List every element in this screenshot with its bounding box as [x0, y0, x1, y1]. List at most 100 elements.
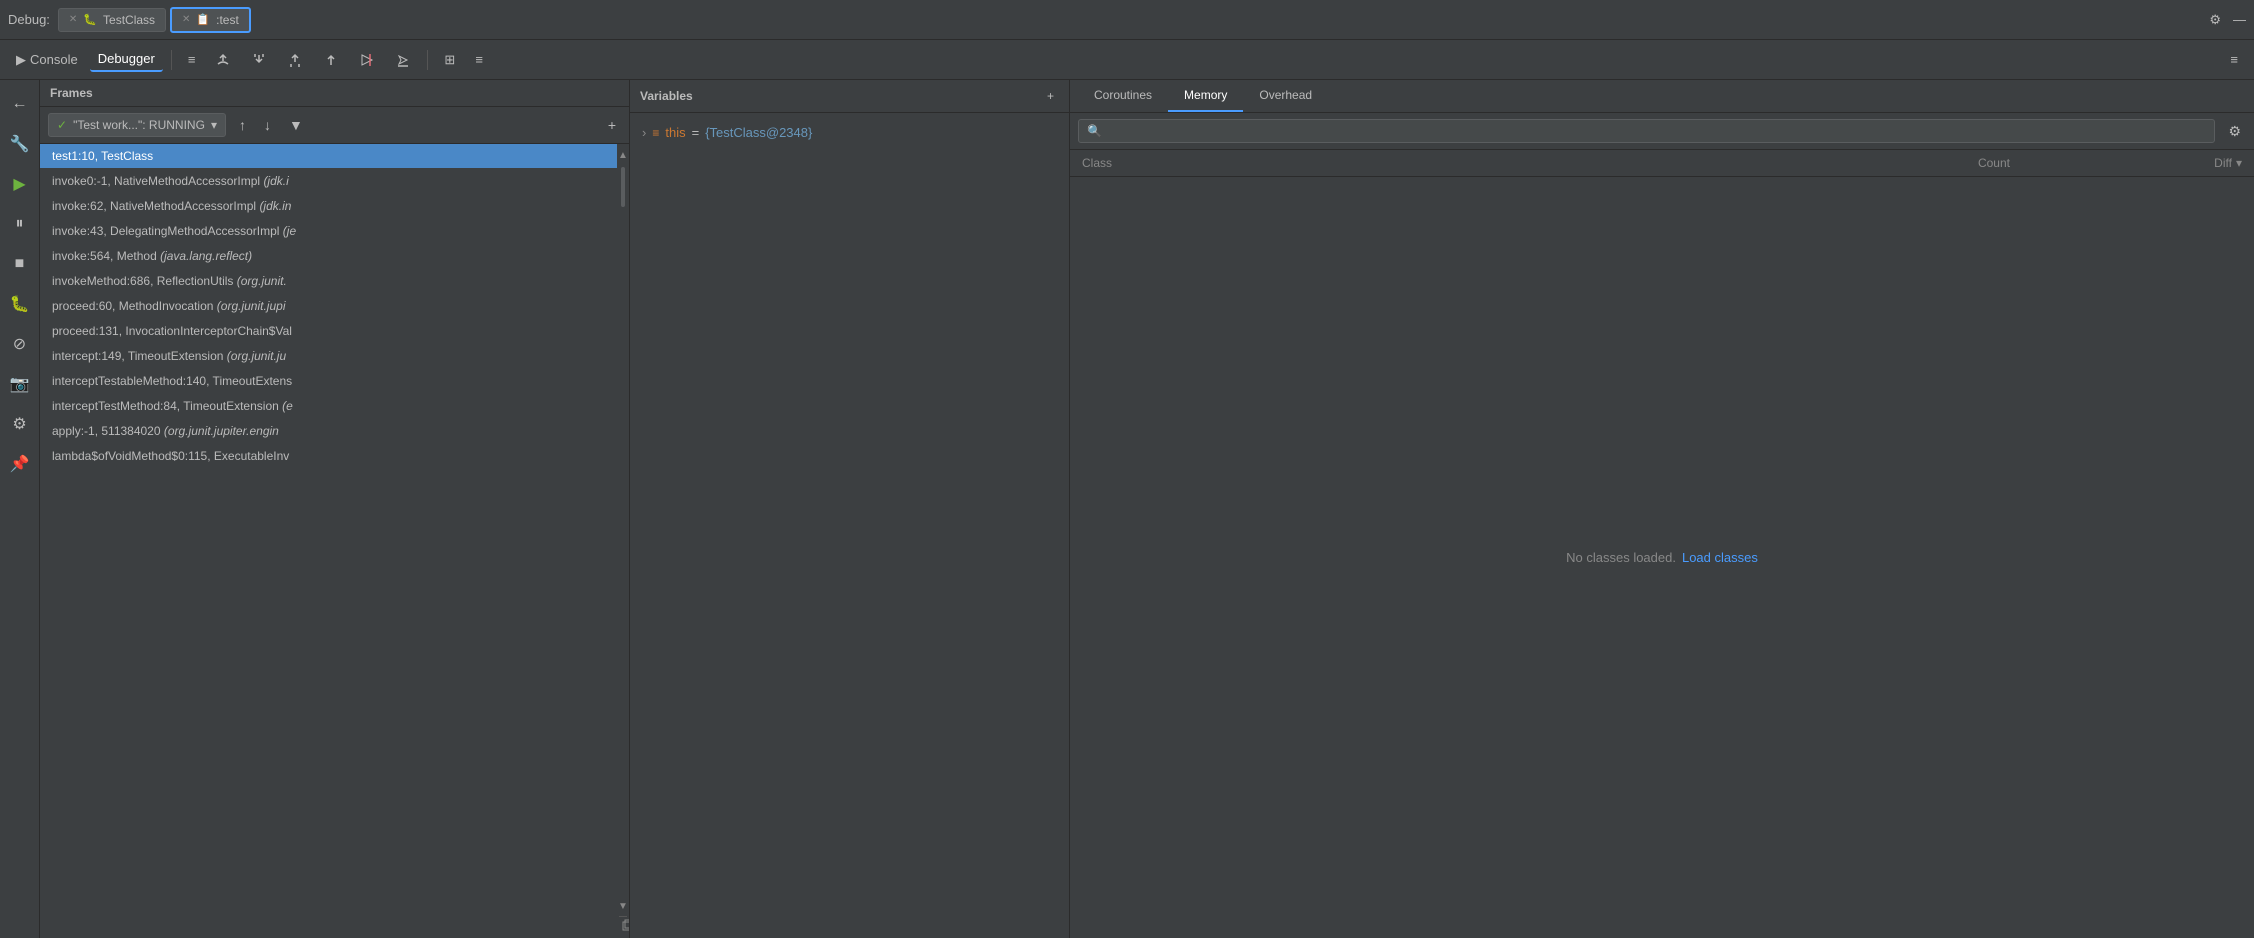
toolbar-sep-1: [171, 50, 172, 70]
nav-back-icon[interactable]: ←: [4, 88, 36, 120]
title-bar-right: ⚙ —: [2209, 12, 2246, 28]
frames-list[interactable]: test1:10, TestClass invoke0:-1, NativeMe…: [40, 144, 617, 938]
variables-header-label: Variables: [640, 89, 693, 103]
load-classes-link[interactable]: Load classes: [1682, 550, 1758, 565]
run-to-cursor-button[interactable]: [351, 48, 383, 72]
cursor2-icon: [395, 52, 411, 68]
nav-settings-icon[interactable]: ⚙: [4, 408, 36, 440]
frame-item[interactable]: proceed:60, MethodInvocation (org.junit.…: [40, 294, 617, 319]
scroll-thumb[interactable]: [621, 167, 625, 207]
title-bar: Debug: ✕ 🐛 TestClass ✕ 📋 :test ⚙ —: [0, 0, 2254, 40]
frame-item[interactable]: invoke:62, NativeMethodAccessorImpl (jdk…: [40, 194, 617, 219]
debugger-label: Debugger: [98, 51, 155, 66]
tab-close-testclass[interactable]: ✕: [69, 14, 77, 25]
frames-up-button[interactable]: ↑: [234, 114, 251, 136]
tab-label-testclass: TestClass: [103, 13, 155, 27]
tab-icon-testclass: 🐛: [83, 13, 97, 26]
tab-close-test[interactable]: ✕: [182, 14, 190, 25]
table-button[interactable]: ⊞: [436, 48, 463, 72]
var-value: {TestClass@2348}: [705, 125, 812, 140]
var-type-icon: ≡: [652, 126, 659, 140]
scroll-down-arrow[interactable]: ▼: [618, 901, 628, 912]
nav-debug-icon[interactable]: 🐛: [4, 288, 36, 320]
tab-overhead[interactable]: Overhead: [1243, 80, 1328, 112]
tab-testclass[interactable]: ✕ 🐛 TestClass: [58, 8, 166, 32]
nav-pause-icon[interactable]: ⏸: [4, 208, 36, 240]
frames-scrollbar[interactable]: ▲ ▼: [617, 144, 629, 938]
memory-settings-button[interactable]: ⚙: [2223, 120, 2246, 143]
list-button[interactable]: ≡: [467, 48, 491, 71]
tab-icon-test: 📋: [196, 13, 210, 26]
step-over-button[interactable]: [207, 48, 239, 72]
console-label: Console: [30, 52, 78, 67]
variables-toolbar: +: [1042, 86, 1059, 106]
frame-item[interactable]: interceptTestableMethod:140, TimeoutExte…: [40, 369, 617, 394]
cursor2-button[interactable]: [387, 48, 419, 72]
frames-filter-button[interactable]: ▼: [284, 114, 308, 136]
memory-search-input[interactable]: [1108, 124, 2206, 138]
nav-play-icon[interactable]: ▶: [4, 168, 36, 200]
col-diff-header[interactable]: Diff ▾: [2010, 156, 2242, 170]
memory-table-header: Class Count Diff ▾: [1070, 150, 2254, 177]
col-class-header: Class: [1082, 156, 1778, 170]
right-menu-button[interactable]: ≡: [2222, 48, 2246, 71]
step-out-icon: [287, 52, 303, 68]
step-over-icon: [215, 52, 231, 68]
no-classes-text: No classes loaded.: [1566, 550, 1676, 565]
scroll-copy-icon[interactable]: [619, 916, 627, 936]
add-var-button[interactable]: +: [1042, 86, 1059, 106]
step-into-button[interactable]: [243, 48, 275, 72]
nav-profile-icon[interactable]: 📷: [4, 368, 36, 400]
toolbar-sep-2: [427, 50, 428, 70]
memory-table: Class Count Diff ▾ No classes loaded. Lo…: [1070, 150, 2254, 938]
frame-item[interactable]: invoke:564, Method (java.lang.reflect): [40, 244, 617, 269]
menu-button[interactable]: ≡: [180, 48, 204, 71]
step-out-button[interactable]: [279, 48, 311, 72]
frame-item[interactable]: invoke:43, DelegatingMethodAccessorImpl …: [40, 219, 617, 244]
frame-item[interactable]: proceed:131, InvocationInterceptorChain$…: [40, 319, 617, 344]
check-icon: ✓: [57, 118, 67, 132]
console-icon: ▶: [16, 52, 26, 68]
col-count-header: Count: [1778, 156, 2010, 170]
nav-pin-icon[interactable]: 📌: [4, 448, 36, 480]
frames-dropdown-label: "Test work...": RUNNING: [73, 118, 205, 132]
frames-add-button[interactable]: +: [603, 114, 621, 136]
var-expand-icon[interactable]: ›: [642, 125, 646, 140]
nav-coverage-icon[interactable]: ⊘: [4, 328, 36, 360]
search-icon: 🔍: [1087, 124, 1102, 138]
step-into-icon: [251, 52, 267, 68]
frames-dropdown[interactable]: ✓ "Test work...": RUNNING ▾: [48, 113, 226, 137]
step-up-button[interactable]: [315, 48, 347, 72]
frame-item[interactable]: intercept:149, TimeoutExtension (org.jun…: [40, 344, 617, 369]
settings-icon[interactable]: ⚙: [2209, 12, 2221, 28]
var-name: this: [665, 125, 685, 140]
tab-test[interactable]: ✕ 📋 :test: [170, 7, 251, 33]
console-button[interactable]: ▶ Console: [8, 48, 86, 72]
step-up-icon: [323, 52, 339, 68]
debugger-button[interactable]: Debugger: [90, 47, 163, 72]
frame-item[interactable]: lambda$ofVoidMethod$0:115, ExecutableInv: [40, 444, 617, 469]
frame-item[interactable]: test1:10, TestClass: [40, 144, 617, 169]
debug-label: Debug:: [8, 12, 50, 27]
frame-item[interactable]: invokeMethod:686, ReflectionUtils (org.j…: [40, 269, 617, 294]
frame-item[interactable]: apply:-1, 511384020 (org.junit.jupiter.e…: [40, 419, 617, 444]
copy-icon: [621, 919, 629, 931]
frames-toolbar: ✓ "Test work...": RUNNING ▾ ↑ ↓ ▼ +: [40, 107, 629, 144]
scroll-up-arrow[interactable]: ▲: [618, 150, 628, 161]
memory-empty-state: No classes loaded. Load classes: [1070, 177, 2254, 938]
frame-item[interactable]: invoke0:-1, NativeMethodAccessorImpl (jd…: [40, 169, 617, 194]
tab-coroutines[interactable]: Coroutines: [1078, 80, 1168, 112]
frame-item[interactable]: interceptTestMethod:84, TimeoutExtension…: [40, 394, 617, 419]
run-to-cursor-icon: [359, 52, 375, 68]
variables-header: Variables +: [630, 80, 1069, 113]
main-container: ← 🔧 ▶ ⏸ ■ 🐛 ⊘ 📷 ⚙ 📌 Frames ✓ "Test work.…: [0, 80, 2254, 938]
minimize-icon[interactable]: —: [2233, 12, 2246, 28]
tab-memory[interactable]: Memory: [1168, 80, 1243, 112]
frames-dropdown-chevron: ▾: [211, 118, 217, 132]
frames-down-button[interactable]: ↓: [259, 114, 276, 136]
diff-sort-icon[interactable]: ▾: [2236, 156, 2242, 170]
nav-wrench-icon[interactable]: 🔧: [4, 128, 36, 160]
tab-label-test: :test: [216, 13, 239, 27]
frames-list-container: test1:10, TestClass invoke0:-1, NativeMe…: [40, 144, 629, 938]
nav-stop-icon[interactable]: ■: [4, 248, 36, 280]
